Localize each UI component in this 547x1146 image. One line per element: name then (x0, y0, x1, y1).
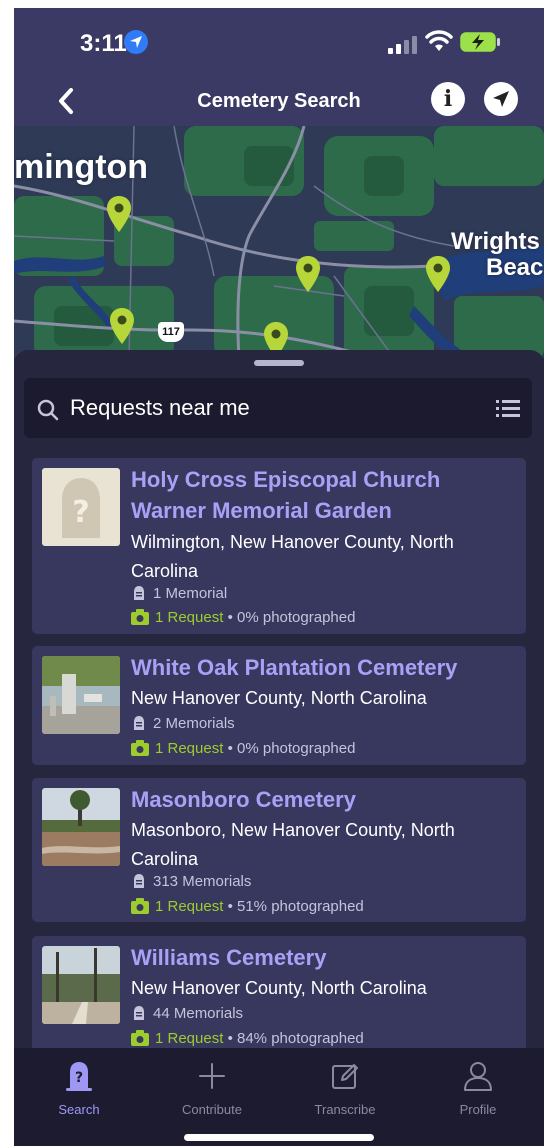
request-status: 1 Request • 0% photographed (131, 739, 355, 759)
headstone-icon (134, 1006, 144, 1020)
route-shield: 117 (158, 322, 184, 342)
status-bar: 3:11 (14, 8, 544, 78)
cemetery-placeholder-image: ? (42, 468, 120, 546)
camera-icon (131, 898, 149, 914)
headstone-icon (134, 586, 144, 600)
cemetery-location: New Hanover County, North Carolina (131, 688, 427, 708)
map-pin-icon[interactable] (107, 196, 131, 232)
cemetery-photo (42, 788, 120, 866)
svg-text:?: ? (72, 495, 89, 530)
map-label-city: mington (14, 148, 149, 186)
cemetery-photo-art (42, 656, 120, 734)
cemetery-name: White Oak Plantation Cemetery (131, 655, 458, 680)
sheet-grabber[interactable] (254, 360, 304, 366)
search-input[interactable]: Requests near me (70, 395, 250, 421)
memorial-count: 2 Memorials (131, 714, 235, 734)
headstone-icon (134, 716, 144, 730)
map-label-beach: Beac (486, 254, 544, 281)
search-field[interactable]: Requests near me (24, 378, 532, 438)
tab-bar: ? Search Contribute Transcribe Profile (14, 1048, 544, 1146)
cemetery-photo-art (42, 788, 120, 866)
cemetery-location: Wilmington, New Hanover County, North Ca… (131, 532, 454, 581)
memorial-count: 44 Memorials (131, 1004, 243, 1024)
tab-profile[interactable]: Profile (428, 1060, 528, 1117)
tab-label: Contribute (182, 1102, 242, 1117)
cemetery-card[interactable]: Masonboro Cemetery Masonboro, New Hanove… (32, 778, 526, 922)
cemetery-photo (42, 656, 120, 734)
request-status: 1 Request • 84% photographed (131, 1029, 364, 1049)
edit-icon (332, 1064, 358, 1089)
headstone-icon (134, 874, 144, 888)
tab-label: Transcribe (314, 1102, 376, 1117)
plus-icon (199, 1063, 225, 1089)
cemetery-location: New Hanover County, North Carolina (131, 978, 427, 998)
cemetery-card[interactable]: Williams Cemetery New Hanover County, No… (32, 936, 526, 1066)
cemetery-card[interactable]: White Oak Plantation Cemetery New Hanove… (32, 646, 526, 765)
camera-icon (131, 740, 149, 756)
locate-button[interactable] (484, 82, 518, 116)
cemetery-name: Masonboro Cemetery (131, 787, 356, 812)
cellular-signal-icon (388, 34, 424, 54)
cemetery-name: Williams Cemetery (131, 945, 327, 970)
home-indicator[interactable] (184, 1134, 374, 1141)
cemetery-card[interactable]: ? Holy Cross Episcopal Church Warner Mem… (32, 458, 526, 634)
wifi-icon (425, 30, 453, 51)
app-screen: 3:11 Cemetery Search i mington Wrights B… (14, 8, 544, 1146)
tombstone-question-icon: ? (62, 478, 100, 538)
navigation-bar: Cemetery Search i (14, 78, 544, 126)
tab-search[interactable]: ? Search (29, 1060, 129, 1117)
results-sheet: Requests near me ? Holy Cross Episcopal … (14, 350, 544, 1066)
memorial-count: 1 Memorial (131, 584, 227, 604)
map-pin-icon[interactable] (296, 256, 320, 292)
svg-text:?: ? (75, 1070, 83, 1086)
map-view[interactable]: mington Wrights Beac 117 (14, 126, 544, 358)
list-icon[interactable] (496, 398, 520, 420)
map-pin-icon[interactable] (110, 308, 134, 344)
info-icon: i (443, 86, 453, 112)
cemetery-name: Holy Cross Episcopal Church Warner Memor… (131, 467, 441, 523)
request-status: 1 Request • 51% photographed (131, 897, 364, 917)
camera-icon (131, 1030, 149, 1046)
memorial-count: 313 Memorials (131, 872, 251, 892)
tab-contribute[interactable]: Contribute (162, 1060, 262, 1117)
battery-charging-icon (460, 32, 500, 52)
camera-icon (131, 609, 149, 625)
status-time: 3:11 (80, 30, 127, 57)
search-tombstone-icon: ? (66, 1062, 92, 1091)
request-status: 1 Request • 0% photographed (131, 608, 355, 628)
cemetery-photo (42, 946, 120, 1024)
map-pin-icon[interactable] (426, 256, 450, 292)
tab-transcribe[interactable]: Transcribe (295, 1060, 395, 1117)
cemetery-photo-art (42, 946, 120, 1024)
tab-label: Search (58, 1102, 100, 1117)
location-arrow-icon (493, 91, 509, 107)
tab-label: Profile (459, 1102, 497, 1117)
map-label-wrights: Wrights (451, 228, 540, 255)
info-button[interactable]: i (431, 82, 465, 116)
cemetery-location: Masonboro, New Hanover County, North Car… (131, 820, 455, 869)
location-services-icon (124, 30, 148, 54)
magnifier-icon (37, 399, 59, 421)
person-icon (464, 1062, 492, 1091)
